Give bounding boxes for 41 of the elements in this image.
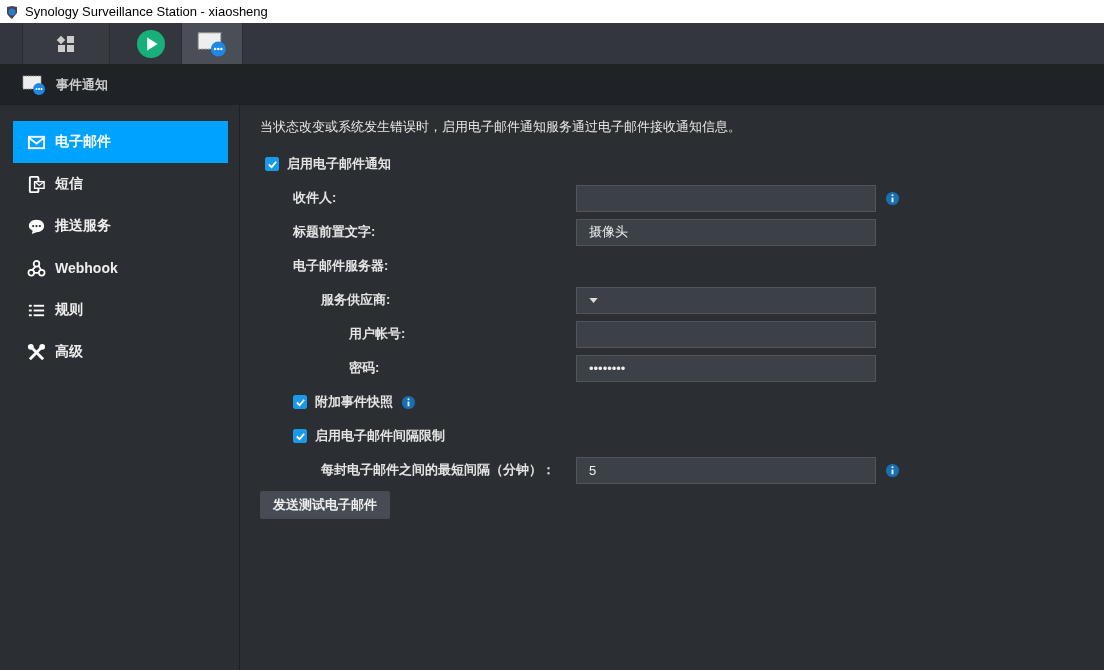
app-tab[interactable] [22, 23, 110, 64]
phone-message-icon [27, 174, 46, 194]
checkbox-label: 启用电子邮件间隔限制 [315, 427, 445, 445]
field-label: 服务供应商: [321, 291, 391, 309]
description-text: 当状态改变或系统发生错误时，启用电子邮件通知服务通过电子邮件接收通知信息。 [260, 119, 742, 136]
sidebar-item[interactable]: 规则 [13, 289, 228, 331]
window-title: Synology Surveillance Station - xiaosheng [25, 4, 268, 19]
sidebar-item[interactable]: 推送服务 [13, 205, 228, 247]
input-field[interactable]: 摄像头 [576, 218, 876, 246]
webhook-icon [27, 258, 46, 278]
checkbox[interactable] [293, 429, 307, 443]
app-logo-icon [5, 4, 19, 19]
check-icon [294, 430, 306, 442]
field-label: 每封电子邮件之间的最短间隔（分钟）： [321, 461, 555, 479]
field-label: 标题前置文字: [293, 223, 376, 241]
field-label: 密码: [349, 359, 380, 377]
check-icon [294, 396, 306, 408]
input-field[interactable] [576, 320, 876, 348]
app-tab[interactable] [182, 23, 243, 64]
input-field[interactable] [576, 184, 876, 212]
tools-icon [27, 342, 46, 362]
checkbox[interactable] [293, 395, 307, 409]
notification-icon [197, 29, 227, 58]
grid-icon [56, 33, 76, 54]
sidebar-item[interactable]: 高级 [13, 331, 228, 373]
input-field[interactable]: 5 [576, 456, 876, 484]
play-icon [136, 29, 166, 58]
page-title: 事件通知 [56, 76, 108, 94]
field-label: 收件人: [293, 189, 337, 207]
field-label: 电子邮件服务器: [293, 257, 389, 275]
field-label: 用户帐号: [349, 325, 406, 343]
send-test-email-button[interactable]: 发送测试电子邮件 [260, 491, 390, 519]
input-field[interactable]: •••••••• [576, 354, 876, 382]
sidebar-item[interactable]: 短信 [13, 163, 228, 205]
checkbox-label: 附加事件快照 [315, 393, 393, 411]
notification-icon [22, 74, 46, 96]
checkbox[interactable] [265, 157, 279, 171]
checkbox-label: 启用电子邮件通知 [287, 155, 391, 173]
sidebar-item[interactable]: Webhook [13, 247, 228, 289]
check-icon [266, 158, 278, 170]
caret-icon [589, 297, 598, 303]
